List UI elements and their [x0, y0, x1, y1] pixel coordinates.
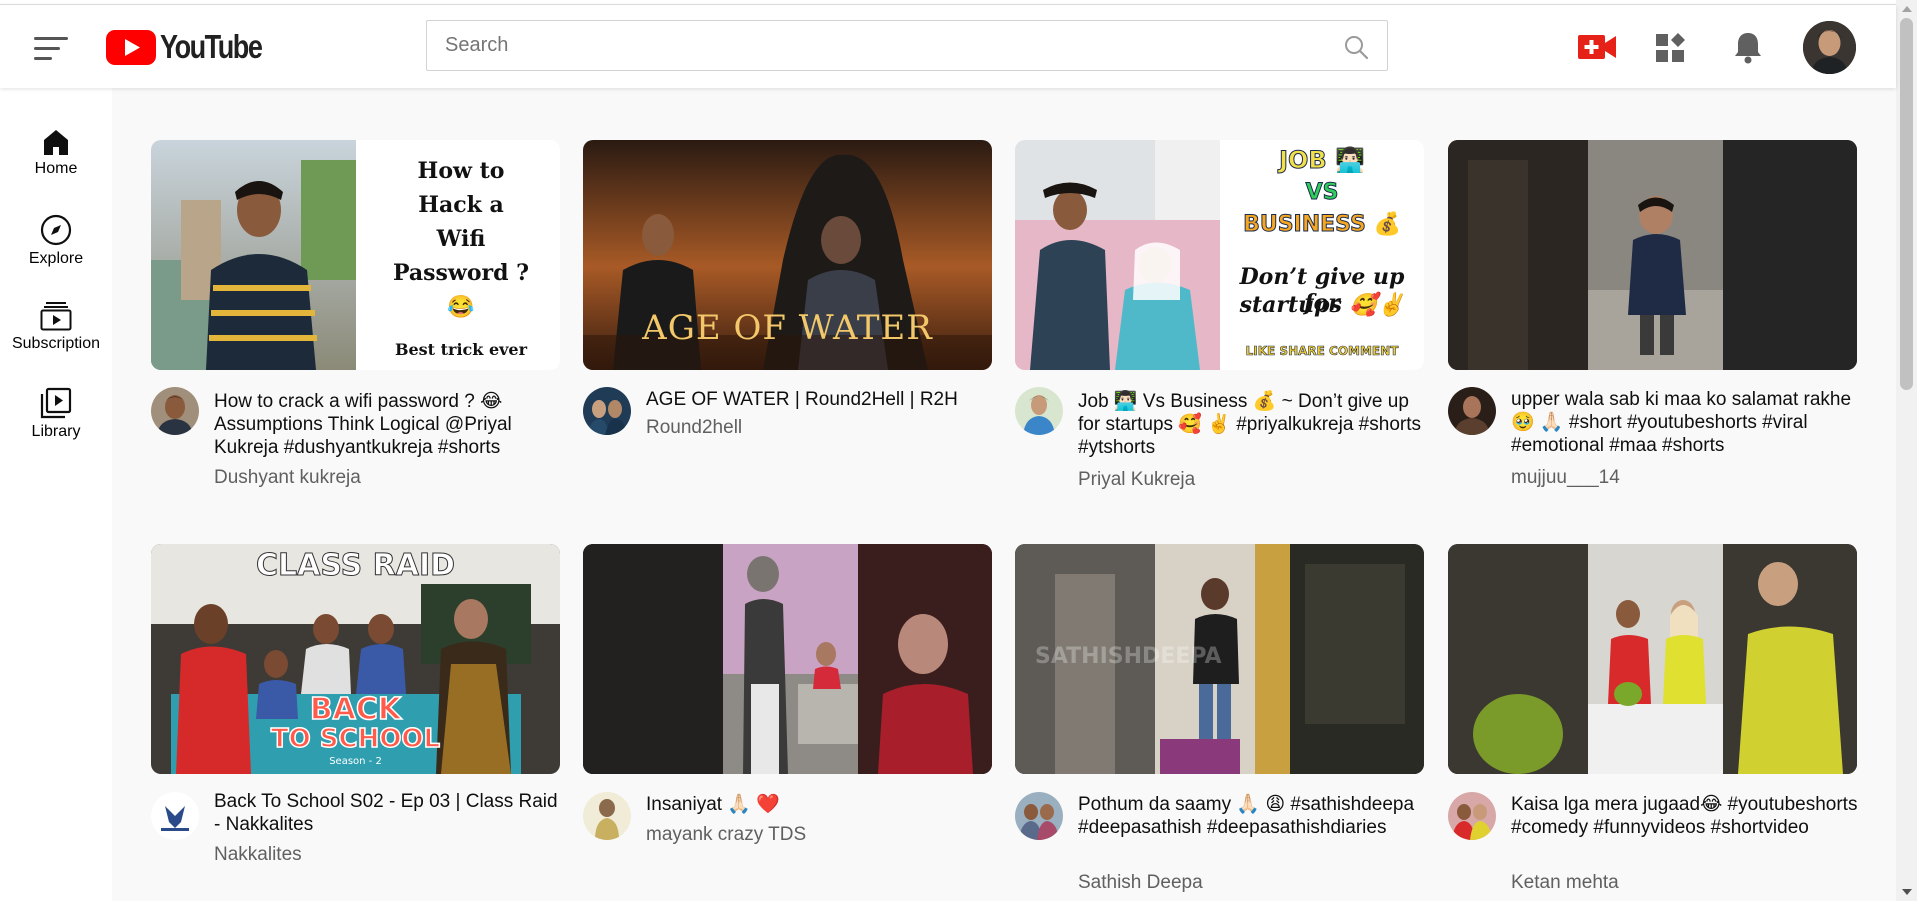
search-box[interactable] — [426, 20, 1388, 71]
sidebar-item-label: Home — [34, 160, 78, 177]
create-video-icon[interactable] — [1578, 34, 1616, 65]
library-icon — [40, 387, 72, 419]
video-title[interactable]: Pothum da saamy 🙏🏻 😩 #sathishdeepa #deep… — [1078, 793, 1428, 839]
sidebar-item-explore[interactable]: Explore — [0, 214, 112, 294]
thumbnail-text: Hack a — [418, 192, 504, 218]
thumbnail-emoji: 😂 — [447, 294, 475, 320]
video-title[interactable]: AGE OF WATER | Round2Hell | R2H — [646, 388, 996, 411]
video-thumbnail[interactable] — [1448, 140, 1857, 370]
thumbnail-text: LIKE SHARE COMMENT — [1245, 344, 1399, 359]
youtube-logo[interactable]: YouTube — [106, 28, 284, 65]
youtube-play-icon — [106, 29, 156, 65]
video-thumbnail[interactable]: How to Hack a Wifi Password ? 😂 Best tri… — [151, 140, 560, 370]
scroll-up-arrow-icon[interactable] — [1902, 6, 1912, 12]
video-title[interactable]: upper wala sab ki maa ko salamat rakhe🥹 … — [1511, 388, 1861, 457]
channel-avatar[interactable] — [583, 792, 631, 840]
thumbnail-text: BACK — [309, 691, 402, 728]
thumbnail-text: Best trick ever — [394, 340, 528, 359]
channel-avatar[interactable] — [1015, 792, 1063, 840]
search-icon[interactable] — [1343, 34, 1369, 60]
channel-name[interactable]: Priyal Kukreja — [1078, 469, 1195, 491]
thumbnail-text: BUSINESS 💰 — [1243, 212, 1402, 238]
sidebar-item-subscription[interactable]: Subscription — [0, 301, 112, 381]
channel-name[interactable]: Ketan mehta — [1511, 872, 1619, 894]
scroll-down-arrow-icon[interactable] — [1902, 889, 1912, 895]
sidebar-item-label: Subscription — [11, 335, 101, 352]
thumbnail-text: startups 🥰✌️ — [1239, 292, 1405, 318]
video-thumbnail[interactable]: SATHISHDEEPA — [1015, 544, 1424, 774]
video-title[interactable]: Job 👨🏻‍💻 Vs Business 💰 ~ Don’t give up f… — [1078, 390, 1428, 459]
user-avatar[interactable] — [1803, 21, 1856, 74]
video-thumbnail[interactable] — [583, 544, 992, 774]
video-thumbnail[interactable] — [1448, 544, 1857, 774]
menu-icon[interactable] — [32, 33, 72, 65]
thumbnail-text: Password ? — [392, 260, 530, 286]
channel-avatar[interactable] — [151, 792, 199, 840]
thumbnail-title-text: AGE OF WATER — [642, 308, 933, 348]
video-thumbnail[interactable]: AGE OF WATER — [583, 140, 992, 370]
channel-avatar[interactable] — [1448, 792, 1496, 840]
compass-icon — [40, 214, 72, 246]
channel-avatar[interactable] — [151, 387, 199, 435]
channel-name[interactable]: mujjuu___14 — [1511, 467, 1620, 489]
channel-avatar[interactable] — [1448, 387, 1496, 435]
sidebar-item-library[interactable]: Library — [0, 387, 112, 467]
home-icon — [44, 130, 68, 155]
thumbnail-text: JOB 👨🏻‍💻 — [1279, 146, 1366, 175]
sidebar-item-label: Library — [31, 423, 81, 440]
channel-name[interactable]: Round2hell — [646, 417, 742, 439]
notifications-bell-icon[interactable] — [1733, 30, 1763, 69]
thumbnail-text: VS — [1305, 180, 1339, 206]
video-title[interactable]: Insaniyat 🙏🏻 ❤️ — [646, 793, 996, 816]
sidebar-item-home[interactable]: Home — [0, 128, 112, 208]
sidebar: Home Explore Subscription Library — [0, 88, 112, 901]
video-thumbnail[interactable]: CLASS RAID BACK TO SCHOOL Season - 2 — [151, 544, 560, 774]
video-title[interactable]: Back To School S02 - Ep 03 | Class Raid … — [214, 790, 564, 836]
scrollbar-thumb[interactable] — [1900, 18, 1913, 390]
channel-name[interactable]: mayank crazy TDS — [646, 824, 806, 846]
top-header: YouTube — [0, 5, 1896, 88]
thumbnail-watermark-text: SATHISHDEEPA — [1035, 644, 1222, 669]
page-scrollbar[interactable] — [1896, 0, 1917, 901]
thumbnail-text: CLASS RAID — [255, 548, 456, 584]
subscriptions-icon — [40, 302, 72, 331]
channel-name[interactable]: Sathish Deepa — [1078, 872, 1203, 894]
channel-name[interactable]: Nakkalites — [214, 844, 302, 866]
apps-icon[interactable] — [1655, 33, 1687, 68]
channel-avatar[interactable] — [1015, 387, 1063, 435]
video-title[interactable]: How to crack a wifi password ? 😂 Assumpt… — [214, 390, 564, 459]
thumbnail-text: Wifi — [436, 226, 486, 252]
thumbnail-text: How to — [417, 158, 505, 184]
video-thumbnail[interactable]: JOB 👨🏻‍💻 VS BUSINESS 💰 Don’t give up for… — [1015, 140, 1424, 370]
thumbnail-text: Season - 2 — [329, 756, 382, 767]
channel-avatar[interactable] — [583, 387, 631, 435]
video-title[interactable]: Kaisa lga mera jugaad😂 #youtubeshorts #c… — [1511, 793, 1861, 839]
thumbnail-text: TO SCHOOL — [270, 723, 441, 755]
search-input[interactable] — [427, 21, 1307, 70]
sidebar-item-label: Explore — [28, 250, 84, 267]
channel-name[interactable]: Dushyant kukreja — [214, 467, 361, 489]
logo-text: YouTube — [160, 28, 263, 65]
